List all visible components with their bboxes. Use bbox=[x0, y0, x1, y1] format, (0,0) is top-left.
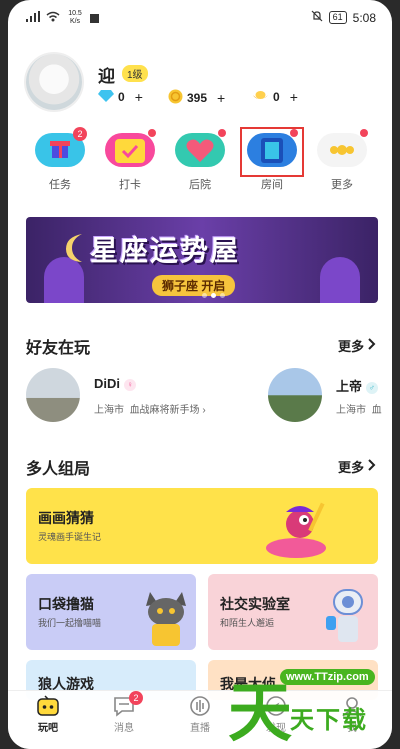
card-subtitle: 我们一起撸喵喵 bbox=[38, 618, 102, 628]
gold-ingot-icon bbox=[252, 89, 269, 105]
quick-action-label: 房间 bbox=[261, 179, 283, 191]
friends-section-title: 好友在玩 bbox=[26, 340, 91, 357]
card-title: 口袋撸猫 bbox=[38, 596, 94, 612]
quick-action-backyard[interactable]: 后院 bbox=[168, 129, 232, 192]
game-controller-icon bbox=[37, 695, 59, 717]
status-left: 10.5 K/s bbox=[26, 10, 99, 26]
painter-character-icon bbox=[264, 498, 328, 564]
more-label: 更多 bbox=[337, 460, 364, 475]
phone-screen: 10.5 K/s 61 5:08 迎 1级 0 + 395 + 0 + 2 任务… bbox=[8, 0, 392, 749]
nav-tab-messages[interactable]: 2 消息 bbox=[86, 691, 162, 749]
friend-location: 上海市 bbox=[94, 405, 124, 416]
friend-info[interactable]: 上海市 血 bbox=[336, 401, 382, 416]
add-diamond-button[interactable]: + bbox=[135, 89, 143, 105]
diamond-count: 0 bbox=[118, 90, 125, 104]
promo-banner[interactable]: 星座运势屋 狮子座 开启 bbox=[26, 217, 378, 303]
card-title: 社交实验室 bbox=[220, 596, 290, 612]
card-subtitle: 和陌生人邂逅 bbox=[220, 618, 275, 628]
friend-name-text: DiDi bbox=[94, 376, 120, 391]
watermark-text: 天下载 bbox=[290, 707, 368, 734]
checkin-dot bbox=[148, 129, 156, 137]
friend-avatar[interactable] bbox=[268, 368, 322, 422]
nav-tab-live[interactable]: 直播 bbox=[162, 691, 238, 749]
battery-icon: 61 bbox=[328, 11, 347, 24]
status-right: 61 5:08 bbox=[311, 10, 376, 25]
backyard-dot bbox=[218, 129, 226, 137]
nav-label: 直播 bbox=[190, 723, 210, 734]
banner-hand-right bbox=[320, 257, 360, 303]
notification-icon bbox=[90, 13, 99, 23]
messages-badge: 2 bbox=[129, 691, 143, 705]
quick-action-label: 打卡 bbox=[119, 179, 141, 191]
game-card-social-lab[interactable]: 社交实验室 和陌生人邂逅 bbox=[208, 574, 378, 650]
network-speed: 10.5 K/s bbox=[68, 10, 82, 25]
friend-activity: 血 bbox=[371, 405, 382, 416]
card-title: 画画猜猜 bbox=[38, 510, 94, 526]
chevron-right-icon bbox=[368, 459, 376, 474]
quick-action-checkin[interactable]: 打卡 bbox=[98, 129, 162, 192]
quick-action-label: 更多 bbox=[331, 179, 353, 191]
clock: 5:08 bbox=[352, 10, 376, 25]
friend-name[interactable]: 上帝 ♂ bbox=[336, 376, 379, 395]
more-label: 更多 bbox=[337, 339, 364, 354]
friend-avatar[interactable] bbox=[26, 368, 80, 422]
cat-icon bbox=[142, 584, 190, 650]
friend-info[interactable]: 上海市 血战麻将新手场 › bbox=[94, 401, 206, 416]
friend-activity: 血战麻将新手场 › bbox=[129, 405, 206, 416]
calendar-check-icon bbox=[105, 129, 156, 167]
more-icon bbox=[317, 129, 368, 167]
level-badge: 1级 bbox=[122, 65, 148, 82]
robot-icon bbox=[326, 586, 370, 650]
friend-location: 上海市 bbox=[336, 405, 366, 416]
coin-count: 395 bbox=[187, 91, 208, 105]
avatar[interactable] bbox=[26, 54, 82, 110]
wallet-gold[interactable]: 0 + bbox=[252, 89, 298, 105]
banner-pagination bbox=[202, 293, 225, 298]
moon-icon bbox=[60, 231, 90, 270]
mute-bell-icon bbox=[311, 10, 323, 25]
nav-tab-play[interactable]: 玩吧 bbox=[10, 691, 86, 749]
wallet-coin[interactable]: 395 + bbox=[168, 89, 225, 107]
add-gold-button[interactable]: + bbox=[290, 89, 298, 105]
wifi-icon bbox=[46, 11, 60, 25]
page-dot bbox=[211, 293, 216, 298]
friend-name-text: 上帝 bbox=[336, 379, 363, 394]
quick-action-task[interactable]: 2 任务 bbox=[28, 127, 92, 192]
message-icon: 2 bbox=[113, 691, 143, 717]
nav-label: 消息 bbox=[114, 723, 134, 734]
quick-action-more[interactable]: 更多 bbox=[310, 129, 374, 192]
group-section-title: 多人组局 bbox=[26, 461, 91, 478]
quick-action-label: 后院 bbox=[189, 179, 211, 191]
username: 迎 bbox=[98, 67, 115, 86]
game-card-draw-guess[interactable]: 画画猜猜 灵魂画手诞生记 bbox=[26, 488, 378, 564]
friends-more-link[interactable]: 更多 bbox=[338, 336, 376, 355]
card-subtitle: 灵魂画手诞生记 bbox=[38, 532, 102, 542]
friend-name[interactable]: DiDi ♀ bbox=[94, 376, 136, 391]
gift-box-icon: 2 bbox=[35, 127, 87, 167]
watermark-url: www.TTzip.com bbox=[280, 669, 375, 685]
add-coin-button[interactable]: + bbox=[217, 90, 225, 106]
page-dot bbox=[202, 293, 207, 298]
female-icon: ♀ bbox=[124, 378, 136, 391]
coin-icon bbox=[168, 89, 183, 107]
status-bar: 10.5 K/s 61 5:08 bbox=[8, 0, 392, 36]
banner-title: 星座运势屋 bbox=[90, 235, 241, 266]
gold-count: 0 bbox=[273, 90, 280, 104]
wallet-diamond[interactable]: 0 + bbox=[98, 89, 143, 105]
quick-action-label: 任务 bbox=[49, 179, 71, 191]
signal-icon bbox=[26, 11, 40, 25]
task-badge: 2 bbox=[73, 127, 87, 141]
highlight-frame bbox=[240, 127, 304, 177]
more-dot bbox=[360, 129, 368, 137]
game-card-pocket-cat[interactable]: 口袋撸猫 我们一起撸喵喵 bbox=[26, 574, 196, 650]
nav-label: 玩吧 bbox=[38, 723, 58, 734]
male-icon: ♂ bbox=[366, 381, 379, 394]
heart-icon bbox=[175, 129, 226, 167]
live-icon bbox=[189, 695, 211, 717]
page-dot bbox=[220, 293, 225, 298]
group-more-link[interactable]: 更多 bbox=[338, 457, 376, 476]
diamond-icon bbox=[98, 89, 114, 105]
chevron-right-icon bbox=[368, 338, 376, 353]
